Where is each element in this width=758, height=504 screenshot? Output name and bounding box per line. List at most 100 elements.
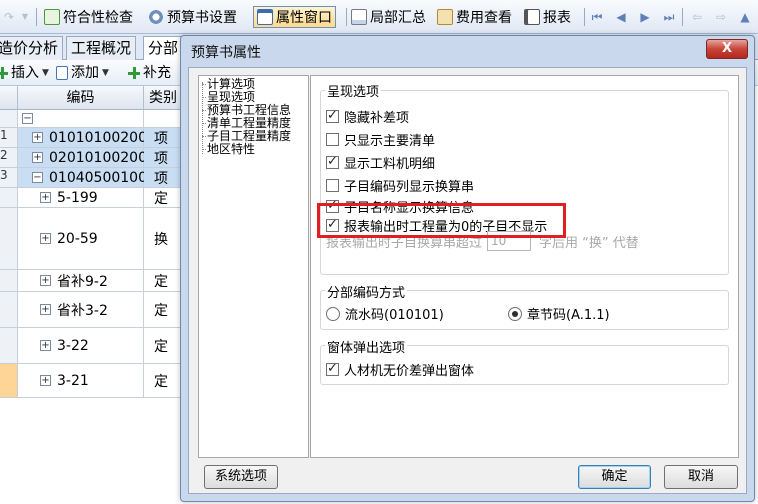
insert-button[interactable]: 插入 ▼ bbox=[0, 63, 49, 83]
toolbar-cost-view-button[interactable]: 费用查看 bbox=[437, 6, 512, 28]
radio-button[interactable] bbox=[326, 306, 340, 321]
toolbar-partial-summary-button[interactable]: 局部汇总 bbox=[351, 6, 426, 28]
checkbox[interactable] bbox=[326, 133, 339, 146]
code-cell[interactable]: +01010100200 bbox=[18, 128, 147, 147]
dropdown-arrow-icon[interactable]: ▼ bbox=[18, 9, 32, 25]
radio-button[interactable] bbox=[508, 306, 522, 321]
collapse-icon[interactable]: − bbox=[32, 172, 43, 183]
code-cell[interactable]: + 省补9-2 bbox=[18, 270, 144, 291]
chevron-down-icon: ▼ bbox=[42, 68, 49, 78]
table-row[interactable]: +5-199 定 bbox=[0, 188, 182, 208]
toolbar-budget-settings-button[interactable]: 预算书设置 bbox=[148, 6, 237, 28]
expand-icon[interactable]: + bbox=[32, 152, 43, 163]
first-page-icon[interactable]: ⏮ bbox=[590, 9, 604, 25]
table-row[interactable]: +3-22 定 bbox=[0, 328, 182, 364]
table-row[interactable]: +20-59 换 bbox=[0, 208, 182, 270]
type-cell[interactable]: 项 bbox=[144, 168, 182, 187]
grid-header-type[interactable]: 类别 bbox=[144, 86, 182, 110]
tree-connector bbox=[202, 136, 206, 137]
present-option-row[interactable]: 只显示主要清单 bbox=[326, 130, 435, 149]
type-cell[interactable]: 项 bbox=[144, 128, 182, 147]
code-cell[interactable]: +3-21 bbox=[18, 364, 144, 397]
next-page-icon[interactable]: ▶ bbox=[638, 9, 652, 25]
type-cell[interactable]: 定 bbox=[144, 364, 182, 397]
code-cell[interactable]: + 省补3-2 bbox=[18, 292, 144, 327]
highlight-box bbox=[317, 203, 566, 238]
checkbox[interactable] bbox=[326, 361, 339, 376]
type-cell[interactable]: 定 bbox=[144, 270, 182, 291]
up-arrow-icon[interactable]: ▲ bbox=[738, 9, 752, 25]
table-row[interactable]: 2 +02010100200 项 bbox=[0, 148, 182, 168]
code-cell[interactable]: +02010100200 bbox=[18, 148, 147, 167]
table-row[interactable]: + 省补9-2 定 bbox=[0, 270, 182, 292]
table-row[interactable]: 1 +01010100200 项 bbox=[0, 128, 182, 148]
code-cell[interactable]: −01040500100 bbox=[18, 168, 147, 187]
gear-icon bbox=[148, 9, 164, 25]
type-cell[interactable]: 定 bbox=[144, 188, 182, 207]
expand-icon[interactable]: + bbox=[40, 192, 51, 203]
grid-header: 编码 类别 bbox=[0, 86, 182, 110]
checkbox[interactable] bbox=[326, 154, 339, 169]
table-row[interactable]: + 省补3-2 定 bbox=[0, 292, 182, 328]
checkbox[interactable] bbox=[326, 108, 339, 123]
options-panel: 呈现选项 隐藏补差项只显示主要清单显示工料机明细子目编码列显示换算串子目名称显示… bbox=[310, 75, 739, 458]
collapse-icon[interactable]: − bbox=[22, 113, 33, 124]
back-arrow-icon[interactable]: ⇦ bbox=[690, 9, 704, 25]
tree-connector bbox=[202, 84, 206, 85]
expand-icon[interactable]: + bbox=[40, 375, 51, 386]
type-cell[interactable]: 换 bbox=[144, 208, 182, 269]
ok-button[interactable]: 确定 bbox=[578, 465, 651, 489]
supplement-button[interactable]: 补充 bbox=[128, 63, 171, 83]
code-cell[interactable]: +20-59 bbox=[18, 208, 144, 269]
present-option-row[interactable]: 显示工料机明细 bbox=[326, 153, 435, 172]
toolbar-report-button[interactable]: 报表 bbox=[524, 6, 571, 28]
expand-icon[interactable]: + bbox=[40, 340, 51, 351]
present-option-row[interactable]: 子目编码列显示换算串 bbox=[326, 176, 474, 195]
type-cell[interactable]: 定 bbox=[144, 328, 182, 363]
tab-cost-analysis[interactable]: 造价分析 bbox=[0, 36, 64, 60]
type-cell[interactable]: 定 bbox=[144, 292, 182, 327]
add-button[interactable]: 添加 ▼ bbox=[56, 63, 109, 83]
forward-arrow-icon[interactable]: ⇨ bbox=[714, 9, 728, 25]
radio-chapter-code[interactable]: 章节码(A.1.1) bbox=[508, 304, 610, 323]
tree-item[interactable]: 地区特性 bbox=[207, 143, 255, 156]
grid-header-code[interactable]: 编码 bbox=[18, 86, 144, 110]
type-cell[interactable]: 项 bbox=[144, 148, 182, 167]
toolbar-properties-window-button[interactable]: 属性窗口 bbox=[253, 6, 336, 28]
supplement-label: 补充 bbox=[143, 65, 171, 81]
budget-properties-dialog: 预算书属性 X 计算选项 呈现选项 预算书工程信息 清单工程量精度 子目工程量精度 地区特… bbox=[180, 35, 755, 502]
row-number bbox=[0, 110, 18, 127]
toolbar-compliance-check-button[interactable]: 符合性检查 bbox=[44, 6, 133, 28]
system-options-button[interactable]: 系统选项 bbox=[204, 465, 278, 489]
close-button[interactable]: X bbox=[706, 39, 748, 59]
prev-page-icon[interactable]: ◀ bbox=[614, 9, 628, 25]
last-page-icon[interactable]: ⏭ bbox=[662, 9, 676, 25]
tab-sections[interactable]: 分部 bbox=[143, 36, 184, 61]
expand-icon[interactable]: + bbox=[32, 132, 43, 143]
code-cell[interactable]: +5-199 bbox=[18, 188, 144, 207]
checkbox[interactable] bbox=[326, 179, 339, 192]
cancel-button[interactable]: 取消 bbox=[664, 465, 738, 489]
popup-option-row[interactable]: 人材机无价差弹出窗体 bbox=[326, 360, 474, 379]
redo-arrow-icon[interactable]: ↷ bbox=[2, 9, 16, 25]
tab-project-overview[interactable]: 工程概况 bbox=[66, 36, 137, 60]
present-option-row[interactable]: 隐藏补差项 bbox=[326, 107, 409, 126]
radio-serial-code[interactable]: 流水码(010101) bbox=[326, 304, 444, 323]
chevron-down-icon: ▼ bbox=[102, 68, 109, 78]
popup-options-title: 窗体弹出选项 bbox=[325, 337, 408, 356]
toolbar-budget-settings-label: 预算书设置 bbox=[167, 10, 237, 26]
table-row[interactable]: 3−01040500100 项 bbox=[0, 168, 182, 188]
expand-icon[interactable]: + bbox=[40, 304, 51, 315]
expand-icon[interactable]: + bbox=[40, 233, 51, 244]
table-row[interactable]: +3-21 定 bbox=[0, 364, 182, 398]
row-number bbox=[0, 328, 18, 363]
present-option-label: 显示工料机明细 bbox=[344, 157, 436, 172]
money-icon bbox=[437, 9, 453, 25]
grid-root-row[interactable]: − bbox=[0, 110, 182, 128]
expand-icon[interactable]: + bbox=[40, 275, 51, 286]
code-cell[interactable]: +3-22 bbox=[18, 328, 144, 363]
code-text: 5-199 bbox=[57, 189, 98, 206]
toolbar-cost-view-label: 费用查看 bbox=[456, 10, 512, 26]
report-icon bbox=[524, 9, 540, 25]
add-label: 添加 bbox=[71, 65, 99, 81]
